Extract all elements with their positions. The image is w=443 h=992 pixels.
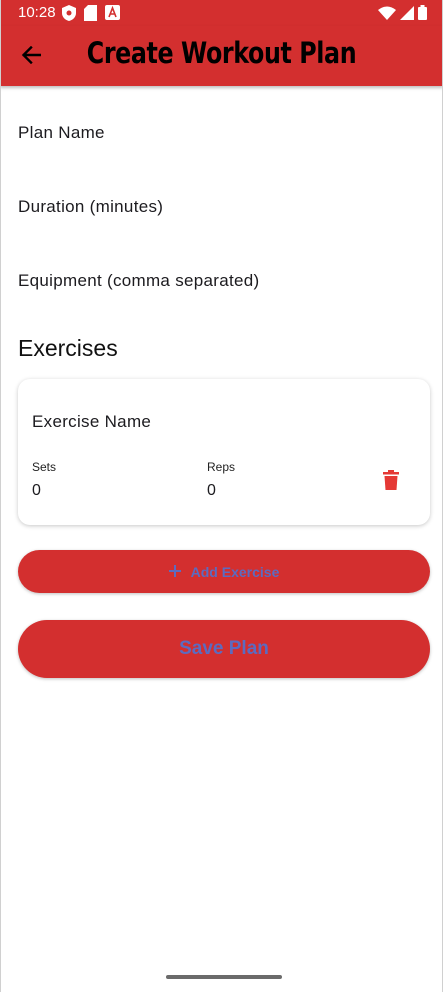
sd-card-icon [84,5,97,26]
shield-icon [62,5,76,26]
delete-exercise-button[interactable] [378,469,404,495]
exercise-card: Exercise Name Sets 0 Reps 0 [18,379,430,525]
plus-icon [168,564,181,580]
sets-input[interactable]: 0 [32,482,41,500]
trash-icon [383,469,399,495]
font-a-icon [105,5,120,26]
save-plan-label: Save Plan [179,638,269,659]
add-exercise-label: Add Exercise [190,563,280,580]
signal-icon [400,5,414,25]
status-icons-right [378,5,427,25]
status-bar: 10:28 [0,0,443,26]
home-indicator[interactable] [166,975,282,979]
duration-field[interactable]: Duration (minutes) [18,197,163,217]
exercise-name-field[interactable]: Exercise Name [32,412,151,432]
exercises-section-title: Exercises [18,335,118,361]
status-icons-left [62,5,120,26]
page-title: Create Workout Plan [86,36,357,70]
reps-input[interactable]: 0 [207,482,216,500]
arrow-back-icon [21,45,42,69]
reps-label: Reps [207,460,236,474]
status-time: 10:28 [18,4,56,21]
equipment-field[interactable]: Equipment (comma separated) [18,271,260,291]
plan-name-field[interactable]: Plan Name [18,123,105,143]
wifi-icon [378,6,396,25]
app-bar: Create Workout Plan [0,26,443,86]
save-plan-button[interactable]: Save Plan [18,620,430,678]
battery-icon [418,5,427,25]
sets-label: Sets [32,460,57,474]
add-exercise-button[interactable]: Add Exercise [18,550,430,593]
